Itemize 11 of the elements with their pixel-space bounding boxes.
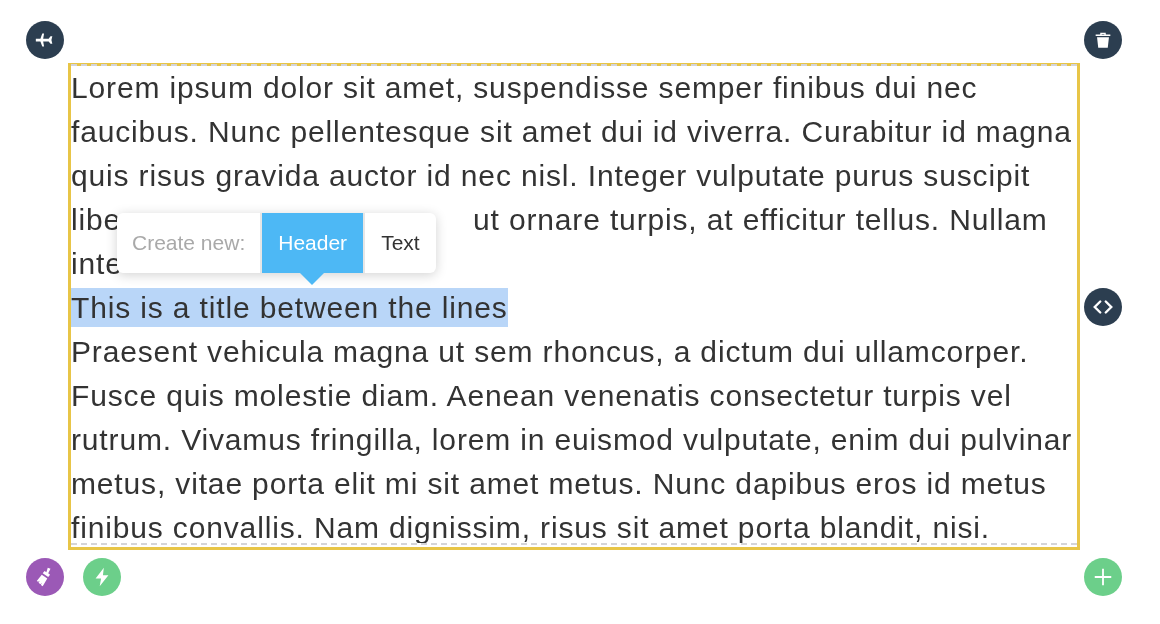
delete-button[interactable] — [1084, 21, 1122, 59]
pointer-arrow — [299, 273, 324, 285]
brush-button[interactable] — [26, 558, 64, 596]
text-fragment: libe — [71, 202, 122, 238]
code-button[interactable] — [1084, 287, 1122, 326]
text-fragment: ut ornare turpis, at efficitur tellus. Nullam — [473, 202, 1048, 238]
popup-label: Create new: — [131, 230, 247, 256]
create-option[interactable]: Text — [363, 213, 436, 273]
plus-icon — [1092, 566, 1114, 588]
airplane-button[interactable] — [26, 21, 64, 59]
title-text: This is a title between the lines — [71, 288, 508, 327]
